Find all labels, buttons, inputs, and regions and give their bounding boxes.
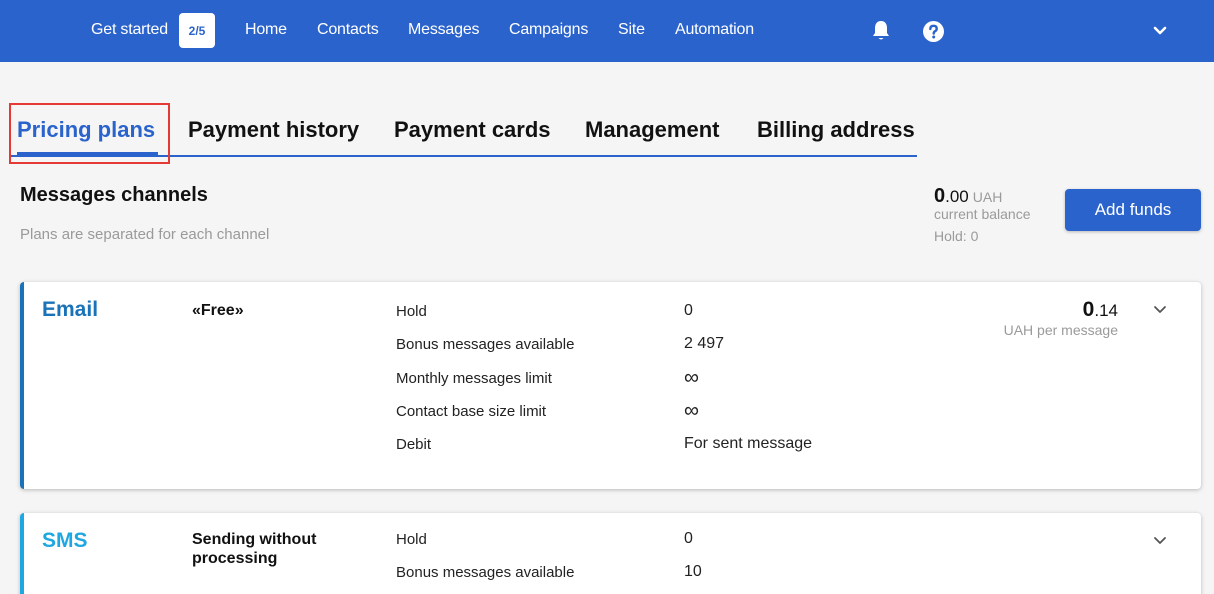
row-label: Hold — [396, 303, 427, 320]
channel-card-email: Email «Free» Hold 0 Bonus messages avail… — [20, 282, 1201, 489]
bell-icon[interactable] — [870, 19, 892, 43]
tab-billing-address[interactable]: Billing address — [757, 117, 915, 143]
row-value: 10 — [684, 563, 702, 580]
progress-badge[interactable]: 2/5 — [179, 13, 215, 48]
balance-amount: 0.00 UAH — [934, 185, 1002, 208]
price-per-message: 0.14 — [1083, 298, 1118, 322]
plan-name: «Free» — [192, 302, 244, 319]
expand-chevron-icon[interactable] — [1153, 302, 1169, 318]
balance-currency: UAH — [972, 189, 1003, 205]
row-label: Bonus messages available — [396, 564, 575, 581]
tab-management[interactable]: Management — [585, 117, 719, 143]
channel-name: SMS — [42, 529, 88, 552]
nav-home[interactable]: Home — [245, 21, 287, 39]
row-value: For sent message — [684, 435, 813, 452]
nav-campaigns[interactable]: Campaigns — [509, 21, 588, 39]
balance-integer: 0 — [934, 185, 946, 207]
tab-payment-cards[interactable]: Payment cards — [394, 117, 551, 143]
channel-name: Email — [42, 298, 99, 321]
price-decimal: .14 — [1094, 301, 1118, 320]
balance-decimal: .00 — [945, 187, 969, 206]
tab-payment-history[interactable]: Payment history — [188, 117, 359, 143]
nav-get-started[interactable]: Get started — [91, 21, 168, 39]
nav-automation[interactable]: Automation — [675, 21, 754, 39]
row-value: 2 497 — [684, 335, 725, 352]
row-value: ∞ — [684, 366, 699, 389]
chevron-down-icon[interactable] — [1152, 24, 1168, 38]
top-navigation-bar: Get started 2/5 Home Contacts Messages C… — [0, 0, 1214, 62]
card-accent-bar — [20, 282, 24, 489]
nav-contacts[interactable]: Contacts — [317, 21, 379, 39]
balance-label: current balance — [934, 206, 1031, 222]
row-label: Debit — [396, 436, 432, 453]
nav-messages[interactable]: Messages — [408, 21, 480, 39]
row-value: ∞ — [684, 399, 699, 422]
row-value: 0 — [684, 302, 693, 319]
price-integer: 0 — [1082, 298, 1095, 321]
section-subtitle: Plans are separated for each channel — [20, 226, 270, 243]
row-label: Monthly messages limit — [396, 370, 552, 387]
help-icon[interactable] — [922, 20, 944, 42]
price-label: UAH per message — [1003, 322, 1118, 338]
plan-name: Sending without processing — [192, 531, 317, 567]
section-title: Messages channels — [20, 184, 208, 206]
row-label: Hold — [396, 531, 427, 548]
active-tab-underline — [17, 152, 158, 156]
tab-pricing-plans[interactable]: Pricing plans — [17, 117, 155, 143]
channel-card-sms: SMS Sending without processing Hold 0 Bo… — [20, 513, 1201, 594]
row-label: Bonus messages available — [396, 336, 575, 353]
row-label: Contact base size limit — [396, 403, 547, 420]
row-value: 0 — [684, 530, 693, 547]
add-funds-button[interactable]: Add funds — [1065, 189, 1201, 231]
expand-chevron-icon[interactable] — [1153, 533, 1169, 549]
nav-site[interactable]: Site — [618, 21, 645, 39]
card-accent-bar — [20, 513, 24, 594]
balance-hold: Hold: 0 — [934, 228, 979, 244]
